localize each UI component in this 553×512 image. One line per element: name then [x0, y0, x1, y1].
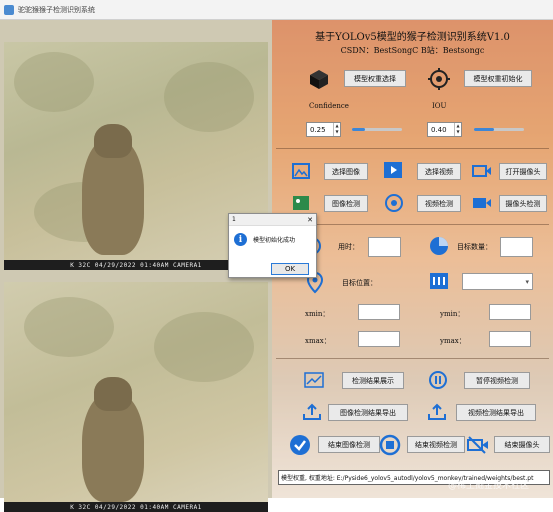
xmin-label: xmin： — [305, 310, 330, 318]
confidence-label: Confidence — [309, 102, 349, 110]
video-detect-button[interactable]: 视频检测 — [417, 195, 461, 212]
show-results-button[interactable]: 检测结果展示 — [342, 372, 404, 389]
pause-video-button[interactable]: 暂停视频检测 — [464, 372, 530, 389]
title-bar: 驼驼猴猴子检测识别系统 — [0, 0, 553, 20]
pie-chart-icon — [428, 235, 450, 257]
chevron-down-icon: ▾ — [525, 277, 529, 286]
close-icon[interactable]: ✕ — [304, 216, 316, 224]
image-detect-button[interactable]: 图像检测 — [324, 195, 368, 212]
image-icon — [292, 163, 310, 179]
ymin-field — [489, 304, 531, 320]
app-title: 基于YOLOv5模型的猴子检测识别系统V1.0 — [315, 32, 510, 43]
target-select[interactable]: ▾ — [462, 273, 533, 290]
video-overlay-strip: K 32C 04/29/2022 01:40AM CAMERA1 — [4, 502, 268, 512]
iou-spinbox[interactable]: 0.40 ▲ ▼ — [427, 122, 462, 137]
dashboard-icon — [429, 272, 449, 290]
init-model-button[interactable]: 模型权重初始化 — [464, 70, 532, 87]
app-subtitle: CSDN：BestSongC B站：Bestsongc — [340, 46, 485, 55]
select-image-button[interactable]: 选择图像 — [324, 163, 368, 180]
iou-slider-fill — [474, 128, 494, 131]
video-detect-icon — [384, 193, 404, 213]
camera-detect-icon — [472, 195, 492, 211]
time-field — [368, 237, 401, 257]
confidence-slider[interactable] — [352, 128, 402, 131]
ymin-label: ymin： — [440, 310, 465, 318]
camera-off-icon — [467, 436, 489, 454]
check-circle-icon — [289, 434, 311, 456]
pause-icon — [428, 370, 448, 390]
ymax-field — [489, 331, 531, 347]
camera-detect-button[interactable]: 摄像头检测 — [499, 195, 547, 212]
select-video-button[interactable]: 选择视频 — [417, 163, 461, 180]
dialog-title-bar: 1 ✕ — [229, 214, 316, 226]
image-detect-icon — [292, 195, 310, 211]
result-video-frame: K 32C 04/29/2022 01:40AM CAMERA1 — [4, 282, 268, 512]
target-icon — [428, 68, 450, 90]
app-icon — [4, 4, 14, 15]
line-chart-icon — [304, 372, 324, 388]
iou-slider[interactable] — [474, 128, 524, 131]
export-video-button[interactable]: 视频检测结果导出 — [456, 404, 536, 421]
xmax-field — [358, 331, 400, 347]
play-video-icon — [383, 161, 403, 179]
cube-icon — [308, 68, 330, 90]
confidence-slider-fill — [352, 128, 365, 131]
window-title: 驼驼猴猴子检测识别系统 — [18, 5, 95, 14]
end-camera-button[interactable]: 结束摄像头 — [494, 436, 550, 453]
dialog-message: 模型初始化成功 — [253, 237, 296, 244]
upload-icon — [302, 403, 322, 421]
count-label: 目标数量： — [457, 243, 492, 251]
count-field — [500, 237, 533, 257]
end-image-button[interactable]: 结束图像检测 — [318, 436, 380, 453]
dialog-title: 1 — [232, 216, 236, 223]
stop-icon — [379, 434, 401, 456]
export-image-button[interactable]: 图像检测结果导出 — [328, 404, 408, 421]
ok-button[interactable]: OK — [271, 263, 309, 275]
info-dialog: 1 ✕ i 模型初始化成功 OK — [228, 213, 317, 278]
info-icon: i — [234, 233, 247, 246]
select-model-button[interactable]: 模型权重选择 — [344, 70, 406, 87]
upload-icon — [427, 403, 447, 421]
confidence-spinbox[interactable]: 0.25 ▲ ▼ — [306, 122, 341, 137]
open-camera-button[interactable]: 打开摄像头 — [499, 163, 547, 180]
camera-icon — [472, 163, 492, 179]
ymax-label: ymax： — [440, 337, 466, 345]
xmin-field — [358, 304, 400, 320]
end-video-button[interactable]: 结束视频检测 — [407, 436, 465, 453]
iou-label: IOU — [432, 102, 447, 110]
xmax-label: xmax： — [305, 337, 331, 345]
position-label: 目标位置： — [342, 279, 377, 287]
watermark: @稀土掘金技术社区 — [448, 481, 530, 491]
time-label: 用时： — [338, 243, 359, 251]
